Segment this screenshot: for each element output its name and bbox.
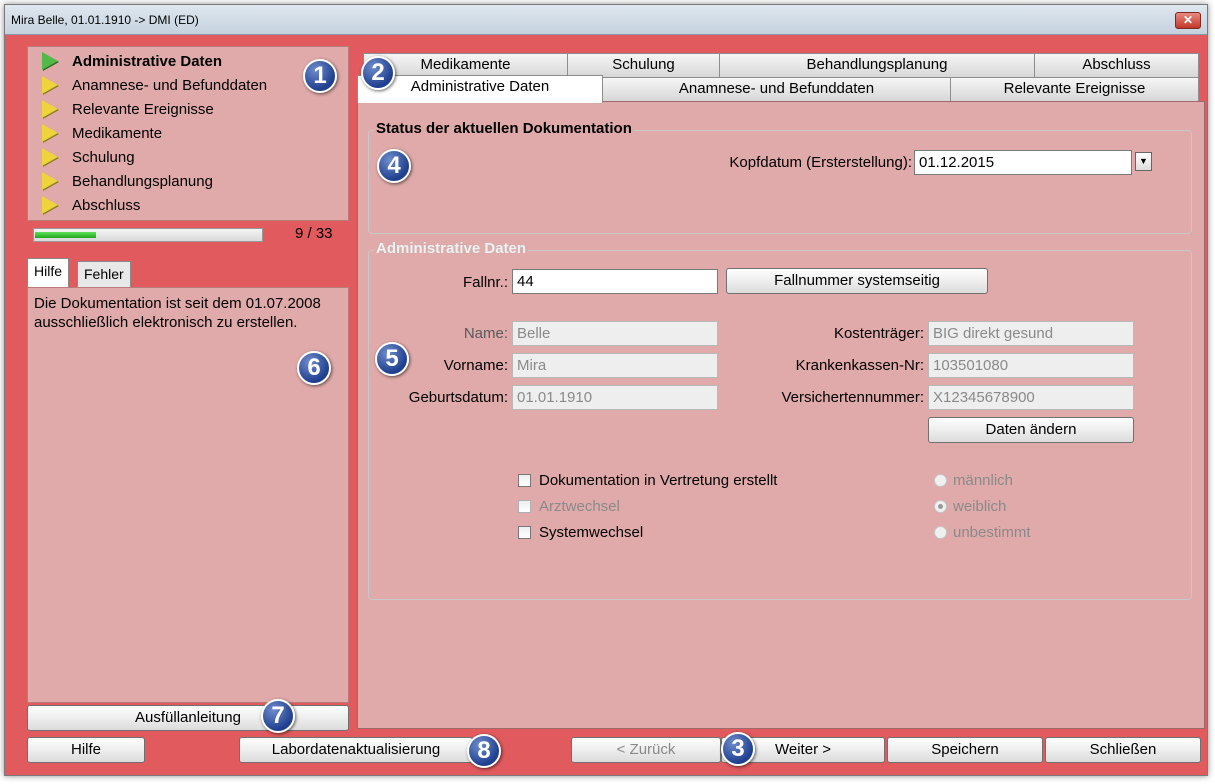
tab-administrative-daten[interactable]: Administrative Daten [357,75,603,103]
kopfdatum-label: Kopfdatum (Ersterstellung): [729,154,912,171]
nav-item-label: Abschluss [72,196,141,214]
versichertennummer-field: X12345678900 [928,385,1134,410]
badge-1-icon: 1 [303,59,337,93]
radio-dot [934,474,947,487]
triangle-yellow-icon [42,124,58,142]
kopfdatum-select[interactable]: 01.12.2015 [914,150,1132,175]
main-content-panel: Status der aktuellen Dokumentation Kopfd… [357,101,1205,729]
progress-fill [35,232,96,238]
checkbox-box [518,500,531,513]
daten-aendern-button[interactable]: Daten ändern [928,417,1134,443]
progress-text: 9 / 33 [295,225,333,242]
status-group-legend: Status der aktuellen Dokumentation [374,120,634,137]
badge-2-icon: 2 [361,56,395,90]
admin-group-legend: Administrative Daten [374,240,529,257]
tab-relevante-ereignisse[interactable]: Relevante Ereignisse [950,77,1199,101]
geburtsdatum-field: 01.01.1910 [512,385,718,410]
nav-item-label: Behandlungsplanung [72,172,213,190]
vertretung-checkbox[interactable]: Dokumentation in Vertretung erstellt [518,472,777,489]
radio-maennlich: männlich [934,472,1013,489]
radio-dot-selected [934,500,947,513]
badge-5-icon: 5 [375,342,409,376]
help-panel: Die Dokumentation ist seit dem 01.07.200… [27,287,349,703]
vorname-field: Mira [512,353,718,378]
ausfuellanleitung-button[interactable]: Ausfüllanleitung [27,705,349,731]
nav-item-label: Relevante Ereignisse [72,100,214,118]
tab-schulung[interactable]: Schulung [567,53,720,77]
triangle-yellow-icon [42,76,58,94]
nav-item-label: Schulung [72,148,135,166]
systemwechsel-checkbox[interactable]: Systemwechsel [518,524,643,541]
vertretung-label: Dokumentation in Vertretung erstellt [539,472,778,489]
radio-label: unbestimmt [953,524,1031,541]
badge-3-icon: 3 [721,732,755,766]
tab-anamnese[interactable]: Anamnese- und Befunddaten [602,77,951,101]
nav-item-medikamente[interactable]: Medikamente [42,121,162,145]
labordatenaktualisierung-button[interactable]: Labordatenaktualisierung [239,737,473,763]
nav-item-anamnese[interactable]: Anamnese- und Befunddaten [42,73,267,97]
main-window: Mira Belle, 01.01.1910 -> DMI (ED) ✕ Adm… [4,4,1208,776]
fallnummer-systemseitig-button[interactable]: Fallnummer systemseitig [726,268,988,294]
section-nav-list: Administrative Daten Anamnese- und Befun… [27,46,349,221]
radio-label: männlich [953,472,1014,489]
radio-label: weiblich [953,498,1007,515]
nav-item-label: Administrative Daten [72,52,223,70]
kostentraeger-label: Kostenträger: [833,325,924,342]
triangle-yellow-icon [42,196,58,214]
fallnr-input[interactable]: 44 [512,269,718,294]
tab-abschluss[interactable]: Abschluss [1034,53,1199,77]
geburtsdatum-label: Geburtsdatum: [408,389,508,406]
badge-8-icon: 8 [467,734,501,768]
triangle-yellow-icon [42,172,58,190]
badge-4-icon: 4 [377,149,411,183]
status-group [368,130,1192,234]
nav-item-administrative-daten[interactable]: Administrative Daten [42,49,222,73]
badge-6-icon: 6 [297,351,331,385]
triangle-yellow-icon [42,100,58,118]
nav-item-behandlungsplanung[interactable]: Behandlungsplanung [42,169,213,193]
radio-dot [934,526,947,539]
radio-weiblich: weiblich [934,498,1006,515]
progress-bar [33,228,263,242]
schliessen-button[interactable]: Schließen [1045,737,1201,763]
radio-unbestimmt: unbestimmt [934,524,1031,541]
window-title: Mira Belle, 01.01.1910 -> DMI (ED) [11,13,199,27]
kostentraeger-field: BIG direkt gesund [928,321,1134,346]
hilfe-button[interactable]: Hilfe [27,737,145,763]
arztwechsel-checkbox: Arztwechsel [518,498,620,515]
tab-hilfe[interactable]: Hilfe [27,258,70,288]
name-label: Name: [463,325,508,342]
chevron-down-icon[interactable]: ▼ [1135,152,1152,171]
zurueck-button[interactable]: < Zurück [571,737,721,763]
nav-item-label: Medikamente [72,124,163,142]
fallnr-label: Fallnr.: [462,274,508,291]
tab-behandlungsplanung[interactable]: Behandlungsplanung [719,53,1035,77]
krankenkassen-nr-label: Krankenkassen-Nr: [795,357,924,374]
nav-item-label: Anamnese- und Befunddaten [72,76,268,94]
checkbox-box [518,474,531,487]
speichern-button[interactable]: Speichern [887,737,1043,763]
nav-item-schulung[interactable]: Schulung [42,145,135,169]
title-bar[interactable]: Mira Belle, 01.01.1910 -> DMI (ED) ✕ [5,5,1207,35]
systemwechsel-label: Systemwechsel [539,524,644,541]
nav-item-relevante-ereignisse[interactable]: Relevante Ereignisse [42,97,214,121]
versichertennummer-label: Versichertennummer: [781,389,924,406]
triangle-yellow-icon [42,148,58,166]
close-icon[interactable]: ✕ [1175,12,1201,29]
triangle-green-icon [42,52,58,70]
badge-7-icon: 7 [261,699,295,733]
name-field: Belle [512,321,718,346]
tab-fehler[interactable]: Fehler [77,261,131,287]
krankenkassen-nr-field: 103501080 [928,353,1134,378]
checkbox-box [518,526,531,539]
nav-item-abschluss[interactable]: Abschluss [42,193,140,217]
arztwechsel-label: Arztwechsel [539,498,620,515]
help-text: Die Dokumentation ist seit dem 01.07.200… [34,295,321,331]
